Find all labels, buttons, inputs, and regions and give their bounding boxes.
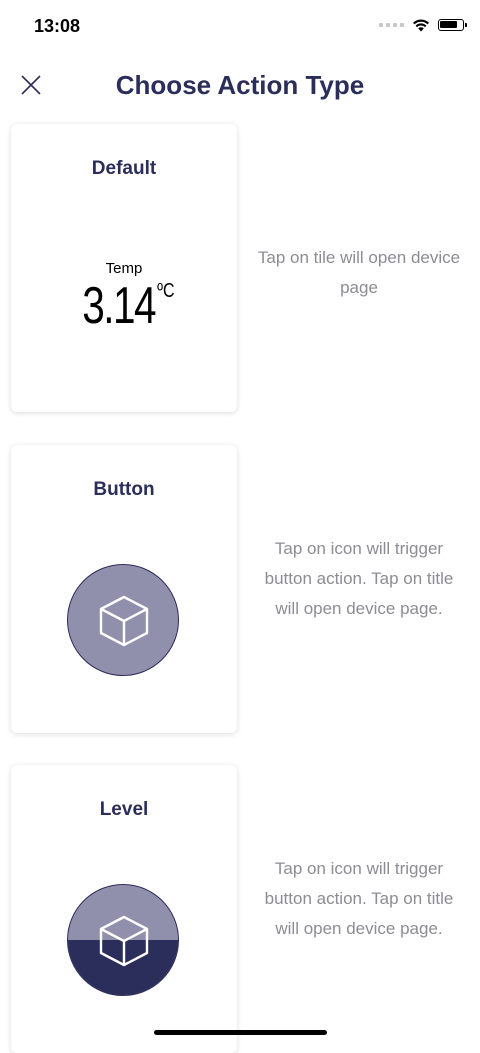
level-action-icon[interactable] <box>67 884 179 996</box>
sensor-unit: ºC <box>156 280 175 302</box>
status-bar: 13:08 <box>0 0 480 54</box>
cube-icon <box>99 915 149 967</box>
wifi-icon <box>413 19 429 32</box>
button-action-card[interactable]: Button <box>11 445 237 733</box>
sensor-reading: 3.14 ºC <box>11 276 237 336</box>
sensor-value: 3.14 <box>81 277 156 335</box>
card-title-level: Level <box>99 799 149 820</box>
cellular-signal-icon <box>379 23 404 27</box>
level-description: Tap on icon will trigger button action. … <box>264 859 454 938</box>
cube-icon <box>99 595 149 647</box>
card-title-button: Button <box>93 479 155 500</box>
battery-icon <box>438 19 467 31</box>
level-action-card[interactable]: Level <box>11 765 237 1053</box>
page-title: Choose Action Type <box>115 70 365 100</box>
button-action-icon[interactable] <box>67 564 179 676</box>
status-icons <box>379 18 467 32</box>
status-time: 13:08 <box>34 16 81 36</box>
default-description: Tap on tile will open device page <box>257 248 461 297</box>
default-action-card[interactable]: Default Temp 3.14 ºC <box>11 124 237 412</box>
header: Choose Action Type <box>0 62 480 110</box>
home-indicator[interactable] <box>154 1030 327 1035</box>
button-description: Tap on icon will trigger button action. … <box>264 539 454 618</box>
sensor-label: Temp <box>105 260 143 277</box>
card-title-default: Default <box>91 158 157 179</box>
